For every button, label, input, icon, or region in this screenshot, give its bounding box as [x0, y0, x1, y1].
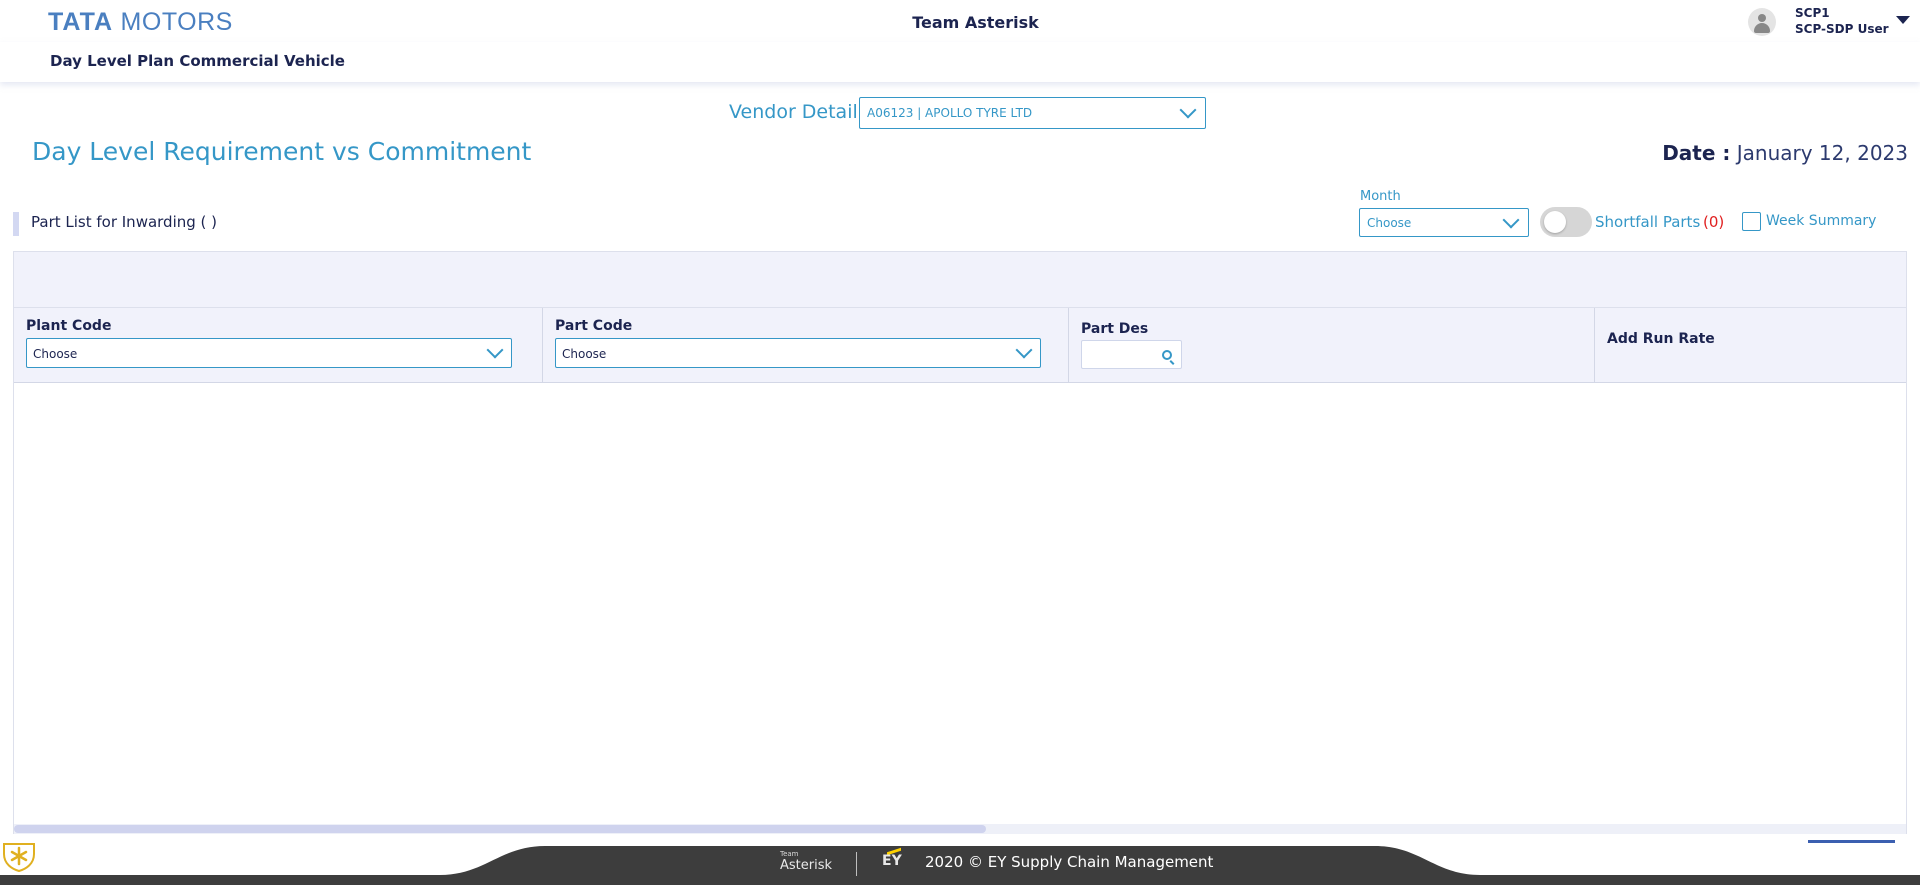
week-summary-checkbox[interactable]	[1742, 212, 1761, 231]
page-title: Day Level Requirement vs Commitment	[32, 137, 532, 166]
toggle-knob	[1544, 211, 1566, 233]
plant-code-select[interactable]: Choose	[26, 338, 512, 368]
column-part-des: Part Des	[1069, 308, 1595, 383]
column-plant-code: Plant Code Choose	[14, 308, 543, 383]
date-display: Date : January 12, 2023	[1662, 141, 1908, 165]
date-value: January 12, 2023	[1736, 141, 1908, 165]
vendor-select-value: A06123 | APOLLO TYRE LTD	[867, 106, 1033, 120]
part-des-search-input[interactable]	[1081, 340, 1182, 369]
vendor-select[interactable]: A06123 | APOLLO TYRE LTD	[859, 97, 1206, 129]
user-role: SCP-SDP User	[1795, 22, 1889, 36]
shortfall-parts-label: Shortfall Parts	[1595, 213, 1701, 231]
user-menu[interactable]: SCP1 SCP-SDP User	[1748, 6, 1918, 38]
footer-tab-indicator	[1808, 840, 1895, 843]
month-label: Month	[1360, 189, 1401, 204]
footer: Team Asterisk EY 2020 © EY Supply Chain …	[0, 840, 1920, 885]
part-list-title: Part List for Inwarding ( )	[31, 213, 218, 231]
chevron-down-icon	[486, 341, 504, 359]
user-avatar-icon[interactable]	[1748, 8, 1776, 36]
parts-table: Plant Code Choose Part Code Choose Part …	[13, 251, 1907, 834]
section-accent-bar	[13, 212, 19, 236]
part-des-label: Part Des	[1081, 321, 1149, 337]
chevron-down-icon	[1179, 101, 1197, 119]
avatar-head	[1758, 14, 1766, 22]
avatar-body	[1754, 23, 1770, 33]
footer-divider	[856, 852, 857, 876]
user-name: SCP1	[1795, 6, 1830, 20]
sub-header: Day Level Plan Commercial Vehicle	[0, 42, 1920, 82]
plant-code-label: Plant Code	[26, 318, 112, 334]
add-run-rate-label: Add Run Rate	[1607, 331, 1715, 347]
app-title: Team Asterisk	[912, 13, 1039, 32]
part-code-label: Part Code	[555, 318, 633, 334]
vendor-detail-label: Vendor Detail	[729, 101, 858, 123]
footer-team-small: Team	[780, 850, 799, 858]
chevron-down-icon	[1015, 341, 1033, 359]
asterisk-logo-icon	[3, 843, 35, 872]
part-code-select[interactable]: Choose	[555, 338, 1041, 368]
table-toolbar	[14, 252, 1906, 308]
scrollbar-thumb[interactable]	[14, 825, 986, 833]
shortfall-count-badge: (0)	[1703, 213, 1725, 231]
date-label: Date :	[1662, 141, 1731, 165]
column-part-code: Part Code Choose	[543, 308, 1069, 383]
week-summary-label[interactable]: Week Summary	[1766, 213, 1876, 229]
part-code-select-value: Choose	[562, 347, 607, 361]
horizontal-scrollbar[interactable]	[14, 824, 1906, 834]
breadcrumb-title: Day Level Plan Commercial Vehicle	[50, 52, 345, 70]
table-header-row: Plant Code Choose Part Code Choose Part …	[14, 308, 1906, 383]
caret-down-icon[interactable]	[1896, 16, 1910, 24]
shortfall-parts-toggle[interactable]	[1540, 207, 1592, 237]
plant-code-select-value: Choose	[33, 347, 78, 361]
month-select[interactable]: Choose	[1359, 208, 1529, 237]
column-add-run-rate: Add Run Rate	[1595, 308, 1908, 383]
search-icon[interactable]	[1162, 350, 1172, 360]
footer-team-name: Asterisk	[780, 858, 833, 873]
month-select-value: Choose	[1367, 216, 1412, 230]
ey-logo: EY	[882, 853, 902, 869]
chevron-down-icon	[1502, 211, 1520, 229]
top-header: TATA MOTORS Team Asterisk SCP1 SCP-SDP U…	[0, 0, 1920, 42]
footer-copyright: 2020 © EY Supply Chain Management	[925, 853, 1214, 871]
